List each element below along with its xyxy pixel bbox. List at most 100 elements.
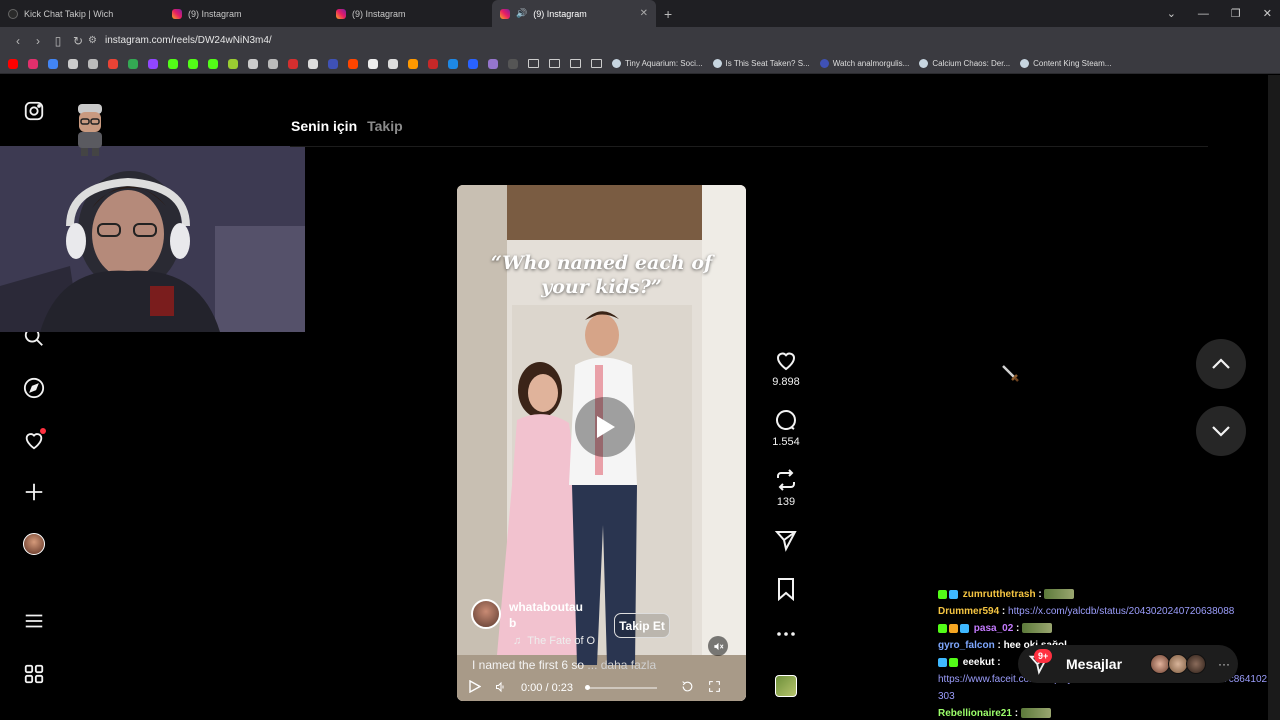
send-icon[interactable] xyxy=(774,528,798,552)
minimize-button[interactable]: — xyxy=(1198,8,1209,20)
reload-button[interactable]: ↻ xyxy=(68,34,88,48)
reel-video[interactable]: “Who named each of your kids?” whatabout… xyxy=(457,185,746,701)
browser-tab[interactable]: Kick Chat Takip | Wich xyxy=(0,0,164,27)
bookmark-icon[interactable] xyxy=(468,58,478,69)
bookmark-icon[interactable] xyxy=(288,58,298,69)
volume-icon[interactable] xyxy=(495,681,507,696)
previous-reel-button[interactable] xyxy=(1196,339,1246,389)
youtube-icon[interactable] xyxy=(8,58,18,69)
bookmarks-bar: Tiny Aquarium: Soci... Is This Seat Take… xyxy=(0,54,1280,74)
bookmark-icon[interactable] xyxy=(248,58,258,69)
author-name[interactable]: whataboutaub xyxy=(509,599,589,631)
bookmark-icon[interactable] xyxy=(368,58,378,69)
reel-author[interactable]: whataboutaub xyxy=(471,599,589,631)
forward-button[interactable]: › xyxy=(28,34,48,48)
hamburger-menu-icon[interactable] xyxy=(22,609,46,633)
chat-emote xyxy=(1022,623,1053,634)
repost-action[interactable]: 139 xyxy=(766,468,806,508)
bookmark-save-icon[interactable] xyxy=(775,577,797,601)
replay-icon[interactable] xyxy=(681,680,694,696)
repost-icon[interactable] xyxy=(774,468,798,492)
badge-icon xyxy=(949,589,958,599)
folder-icon[interactable] xyxy=(549,59,560,68)
more-dots-icon[interactable]: ··· xyxy=(1218,657,1230,671)
drive-icon[interactable] xyxy=(128,58,138,69)
chat-message: pasa_02 : xyxy=(938,620,1280,637)
tab-search-icon[interactable]: ⌄ xyxy=(1167,7,1176,20)
profile-avatar[interactable] xyxy=(22,532,46,556)
twitch-icon[interactable] xyxy=(148,58,158,69)
heart-icon[interactable] xyxy=(774,348,798,372)
comment-action[interactable]: 1.554 xyxy=(766,408,806,448)
browser-tab[interactable]: (9) Instagram xyxy=(328,0,492,27)
bookmark-link[interactable]: Content King Steam... xyxy=(1020,59,1111,68)
share-action[interactable] xyxy=(766,528,806,552)
bookmark-link[interactable]: Is This Seat Taken? S... xyxy=(712,59,810,68)
reel-music[interactable]: ♫ The Fate of O xyxy=(513,635,595,647)
fullscreen-icon[interactable] xyxy=(708,680,721,696)
notifications-heart-icon[interactable] xyxy=(22,428,46,452)
bookmark-icon[interactable] xyxy=(48,58,58,69)
steam-icon xyxy=(712,59,722,68)
bookmark-icon[interactable] xyxy=(268,58,278,69)
browser-tab-active[interactable]: 🔊 (9) Instagram ✕ xyxy=(492,0,656,27)
muted-speaker-icon[interactable] xyxy=(708,636,728,656)
site-info-icon[interactable]: ⚙ xyxy=(88,35,97,46)
bookmark-icon[interactable] xyxy=(408,58,418,69)
instagram-logo-icon[interactable] xyxy=(22,99,46,123)
tab-for-you[interactable]: Senin için xyxy=(291,118,357,134)
folder-icon[interactable] xyxy=(528,59,539,68)
play-icon[interactable] xyxy=(469,679,482,696)
create-plus-icon[interactable] xyxy=(22,480,46,504)
messages-button[interactable]: Mesajlar ··· xyxy=(1018,645,1238,683)
bookmark-link[interactable]: Watch analmorgulis... xyxy=(819,59,909,68)
browser-tab[interactable]: (9) Instagram xyxy=(164,0,328,27)
author-avatar[interactable] xyxy=(471,599,501,629)
url-field[interactable]: ⚙ instagram.com/reels/DW24wNiN3m4/ xyxy=(88,30,1028,51)
kick-icon[interactable] xyxy=(188,58,198,69)
bookmark-link[interactable]: Calcium Chaos: Der... xyxy=(919,59,1010,68)
amazon-icon[interactable] xyxy=(388,58,398,69)
maximize-button[interactable]: ❐ xyxy=(1231,7,1241,20)
folder-icon[interactable] xyxy=(591,59,602,68)
more-dots-icon[interactable] xyxy=(774,628,798,640)
explore-icon[interactable] xyxy=(22,376,46,400)
gmail-icon[interactable] xyxy=(108,58,118,69)
progress-knob[interactable] xyxy=(585,685,590,690)
new-tab-button[interactable]: + xyxy=(664,6,672,22)
audio-thumbnail[interactable] xyxy=(775,675,797,697)
chat-link[interactable]: 303 xyxy=(938,691,955,702)
folder-icon[interactable] xyxy=(570,59,581,68)
speaker-icon[interactable]: 🔊 xyxy=(516,8,527,19)
bookmark-icon[interactable] xyxy=(428,58,438,69)
kick-icon[interactable] xyxy=(208,58,218,69)
play-button[interactable] xyxy=(575,397,635,457)
close-tab-icon[interactable]: ✕ xyxy=(640,8,648,19)
like-action[interactable]: 9.898 xyxy=(766,348,806,388)
chat-link[interactable]: https://x.com/yalcdb/status/204302024072… xyxy=(1008,606,1234,617)
comment-icon[interactable] xyxy=(774,408,798,432)
back-button[interactable]: ‹ xyxy=(8,34,28,48)
bookmark-icon[interactable] xyxy=(228,58,238,69)
save-action[interactable] xyxy=(766,577,806,601)
instagram-icon[interactable] xyxy=(28,58,38,69)
bookmark-icon[interactable]: ▯ xyxy=(48,34,68,48)
more-link[interactable]: ... daha fazla xyxy=(587,658,656,672)
next-reel-button[interactable] xyxy=(1196,406,1246,456)
bookmark-icon[interactable] xyxy=(328,58,338,69)
bookmark-icon[interactable] xyxy=(68,58,78,69)
x-icon[interactable] xyxy=(308,58,318,69)
bookmark-icon[interactable] xyxy=(488,58,498,69)
more-apps-icon[interactable] xyxy=(22,662,46,686)
bookmark-icon[interactable] xyxy=(448,58,458,69)
video-progress-bar[interactable] xyxy=(585,685,657,690)
bookmark-link[interactable]: Tiny Aquarium: Soci... xyxy=(612,59,703,68)
reddit-icon[interactable] xyxy=(348,58,358,69)
tab-following[interactable]: Takip xyxy=(367,118,403,134)
kick-icon[interactable] xyxy=(168,58,178,69)
bookmark-icon[interactable] xyxy=(88,58,98,69)
more-options-action[interactable] xyxy=(766,628,806,640)
close-window-button[interactable]: ✕ xyxy=(1263,7,1272,20)
follow-button[interactable]: Takip Et xyxy=(614,613,670,638)
bookmark-icon[interactable] xyxy=(508,58,518,69)
